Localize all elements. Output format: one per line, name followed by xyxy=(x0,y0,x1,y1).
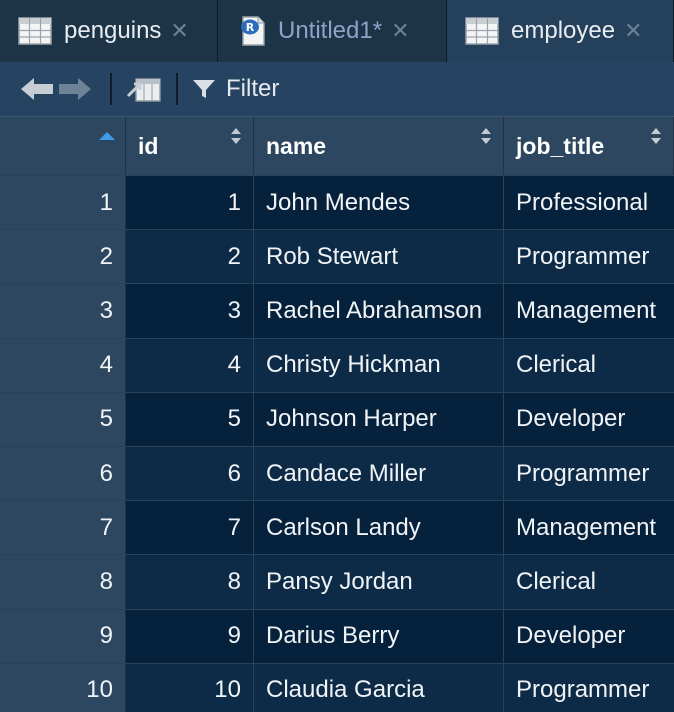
id-cell[interactable]: 9 xyxy=(126,609,254,663)
close-icon[interactable]: ✕ xyxy=(391,18,409,44)
table-row[interactable]: 9 9 Darius Berry Developer xyxy=(0,608,674,663)
forward-button[interactable] xyxy=(58,76,92,102)
column-header-job-title[interactable]: job_title xyxy=(504,117,674,175)
job-title-cell[interactable]: Professional xyxy=(504,176,674,230)
row-number-cell: 1 xyxy=(0,176,126,230)
sort-icon xyxy=(481,128,491,144)
row-number-cell: 10 xyxy=(0,663,126,712)
id-cell[interactable]: 8 xyxy=(126,555,254,609)
filter-button[interactable]: Filter xyxy=(192,75,279,103)
toolbar-divider xyxy=(110,73,112,105)
job-title-cell[interactable]: Programmer xyxy=(504,446,674,501)
job-title-cell[interactable]: Programmer xyxy=(504,230,674,284)
job-title-cell[interactable]: Management xyxy=(504,284,674,338)
column-header-id[interactable]: id xyxy=(126,117,254,175)
table-icon xyxy=(465,17,499,45)
column-header-name[interactable]: name xyxy=(254,117,504,175)
popout-icon xyxy=(126,78,161,102)
column-header-label: job_title xyxy=(516,132,605,159)
filter-icon xyxy=(193,80,215,98)
toolbar-divider xyxy=(176,73,178,105)
name-cell[interactable]: Pansy Jordan xyxy=(254,555,504,609)
row-number-cell: 7 xyxy=(0,501,126,555)
table-row[interactable]: 5 5 Johnson Harper Developer xyxy=(0,391,674,446)
table-row[interactable]: 1 1 John Mendes Professional xyxy=(0,175,674,230)
viewer-toolbar: Filter xyxy=(0,62,674,116)
job-title-cell[interactable]: Developer xyxy=(504,609,674,663)
table-row[interactable]: 6 6 Candace Miller Programmer xyxy=(0,445,674,501)
name-cell[interactable]: John Mendes xyxy=(254,176,504,230)
table-row[interactable]: 4 4 Christy Hickman Clerical xyxy=(0,337,674,392)
tab-bar: penguins ✕ R Untitled1* ✕ employee ✕ xyxy=(0,0,674,62)
id-cell[interactable]: 6 xyxy=(126,446,254,501)
tab-employee[interactable]: employee ✕ xyxy=(447,0,674,62)
sort-icon xyxy=(651,128,661,144)
job-title-cell[interactable]: Programmer xyxy=(504,663,674,712)
id-cell[interactable]: 7 xyxy=(126,501,254,555)
table-row[interactable]: 3 3 Rachel Abrahamson Management xyxy=(0,283,674,338)
job-title-cell[interactable]: Clerical xyxy=(504,555,674,609)
name-cell[interactable]: Christy Hickman xyxy=(254,338,504,392)
sort-icon xyxy=(231,128,241,144)
column-header-label: id xyxy=(138,132,159,159)
name-cell[interactable]: Candace Miller xyxy=(254,446,504,501)
name-cell[interactable]: Rob Stewart xyxy=(254,230,504,284)
r-script-icon: R xyxy=(240,16,266,46)
tab-penguins[interactable]: penguins ✕ xyxy=(0,0,218,62)
row-number-cell: 6 xyxy=(0,446,126,501)
id-cell[interactable]: 2 xyxy=(126,230,254,284)
job-title-cell[interactable]: Management xyxy=(504,501,674,555)
arrow-right-icon xyxy=(59,78,91,100)
svg-text:R: R xyxy=(246,21,255,34)
close-icon[interactable]: ✕ xyxy=(170,18,188,44)
id-cell[interactable]: 1 xyxy=(126,176,254,230)
back-button[interactable] xyxy=(20,76,54,102)
name-cell[interactable]: Darius Berry xyxy=(254,609,504,663)
tab-label: employee xyxy=(511,17,616,44)
table-row[interactable]: 8 8 Pansy Jordan Clerical xyxy=(0,554,674,609)
row-number-cell: 8 xyxy=(0,555,126,609)
name-cell[interactable]: Carlson Landy xyxy=(254,501,504,555)
grid-header: id name job_title xyxy=(0,116,674,175)
name-cell[interactable]: Rachel Abrahamson xyxy=(254,284,504,338)
id-cell[interactable]: 5 xyxy=(126,392,254,446)
row-number-cell: 5 xyxy=(0,392,126,446)
id-cell[interactable]: 10 xyxy=(126,663,254,712)
table-row[interactable]: 7 7 Carlson Landy Management xyxy=(0,500,674,555)
row-number-cell: 9 xyxy=(0,609,126,663)
job-title-cell[interactable]: Clerical xyxy=(504,338,674,392)
data-grid: id name job_title 1 1 John Mendes Profes… xyxy=(0,116,674,712)
row-number-cell: 3 xyxy=(0,284,126,338)
row-number-cell: 4 xyxy=(0,338,126,392)
name-cell[interactable]: Johnson Harper xyxy=(254,392,504,446)
table-row[interactable]: 2 2 Rob Stewart Programmer xyxy=(0,229,674,284)
tab-untitled1[interactable]: R Untitled1* ✕ xyxy=(218,0,447,62)
tab-label: penguins xyxy=(64,17,162,44)
arrow-left-icon xyxy=(21,78,53,100)
close-icon[interactable]: ✕ xyxy=(624,18,642,44)
popout-button[interactable] xyxy=(126,74,162,104)
table-icon xyxy=(18,17,52,45)
table-row[interactable]: 10 10 Claudia Garcia Programmer xyxy=(0,662,674,712)
data-viewer-window: penguins ✕ R Untitled1* ✕ employee ✕ Fil… xyxy=(0,0,674,712)
row-number-header[interactable] xyxy=(0,117,126,175)
column-header-label: name xyxy=(266,132,327,159)
name-cell[interactable]: Claudia Garcia xyxy=(254,663,504,712)
id-cell[interactable]: 4 xyxy=(126,338,254,392)
sort-ascending-icon xyxy=(99,132,115,140)
job-title-cell[interactable]: Developer xyxy=(504,392,674,446)
filter-label: Filter xyxy=(226,75,280,102)
row-number-cell: 2 xyxy=(0,230,126,284)
id-cell[interactable]: 3 xyxy=(126,284,254,338)
tab-label: Untitled1* xyxy=(278,17,383,44)
